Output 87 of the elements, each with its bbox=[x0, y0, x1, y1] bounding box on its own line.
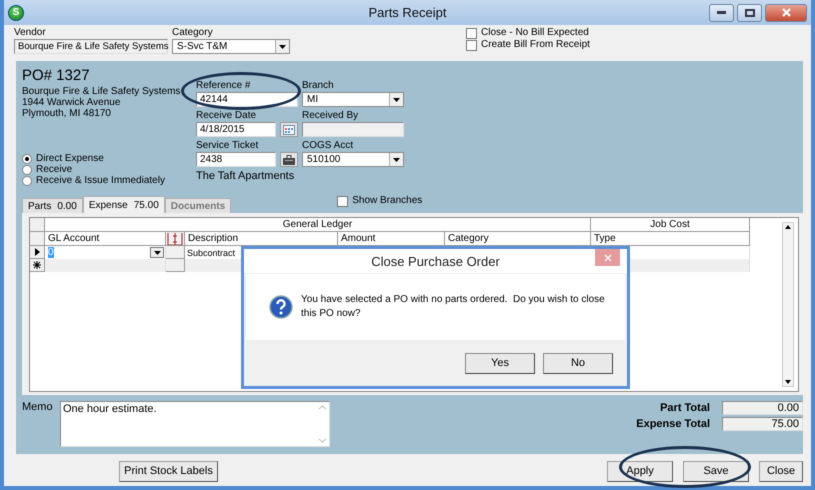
radio-button[interactable] bbox=[22, 154, 32, 164]
checkbox-label: Create Bill From Receipt bbox=[481, 39, 590, 51]
checkbox[interactable] bbox=[466, 28, 477, 38]
radio-button[interactable] bbox=[22, 164, 32, 174]
row-button-cell[interactable] bbox=[166, 246, 185, 259]
close-button[interactable] bbox=[765, 4, 807, 22]
po-number: PO# 1327 bbox=[22, 67, 91, 84]
column-header: Category bbox=[445, 232, 591, 246]
memo-label: Memo bbox=[22, 401, 54, 415]
radio-label: Receive bbox=[36, 164, 72, 176]
dropdown-arrow-icon bbox=[279, 44, 286, 48]
row-button-cell[interactable] bbox=[166, 259, 185, 272]
dialog-button[interactable]: Yes bbox=[465, 352, 535, 374]
scroll-down-icon bbox=[783, 378, 793, 386]
total-label: Expense Total bbox=[636, 417, 710, 431]
total-value: 75.00 bbox=[722, 417, 803, 431]
dropdown-arrow-icon bbox=[393, 98, 400, 102]
app-logo: S bbox=[8, 4, 24, 20]
receive-date-field[interactable]: 4/18/2015 bbox=[196, 122, 276, 137]
question-icon bbox=[269, 295, 293, 319]
column-header: GL Account bbox=[45, 232, 166, 246]
cogs-acct-label: COGS Acct bbox=[302, 140, 354, 152]
grid-corner bbox=[30, 232, 45, 246]
scroll-arrows-icon bbox=[318, 403, 327, 445]
vendor-address-line: Bourque Fire & Life Safety Systems bbox=[22, 86, 182, 97]
total-value: 0.00 bbox=[722, 401, 803, 415]
dropdown-arrow-icon bbox=[154, 250, 160, 254]
maximize-icon bbox=[744, 8, 754, 16]
receive-date-label: Receive Date bbox=[196, 110, 258, 122]
dropdown-arrow-icon bbox=[393, 158, 400, 162]
received-by-field[interactable] bbox=[302, 122, 404, 137]
column-group-header: General Ledger bbox=[45, 218, 591, 232]
split-column-icon bbox=[167, 232, 183, 244]
branch-label: Branch bbox=[302, 80, 335, 92]
close-icon bbox=[604, 254, 612, 262]
reference-field[interactable]: 42144 bbox=[196, 92, 298, 107]
close-icon bbox=[782, 8, 790, 17]
minimize-icon bbox=[717, 11, 726, 14]
category-dropdown[interactable]: S-Svc T&M bbox=[172, 39, 290, 54]
print-labels-button[interactable]: Print Stock Labels bbox=[119, 460, 218, 482]
new-row-icon bbox=[33, 261, 41, 269]
service-ticket-field[interactable]: 2438 bbox=[196, 152, 276, 167]
received-by-label: Received By bbox=[302, 110, 360, 122]
dialog-title: Close Purchase Order bbox=[371, 254, 500, 268]
job-name: The Taft Apartments bbox=[196, 170, 296, 183]
category-label: Category bbox=[172, 27, 214, 39]
grid-corner bbox=[30, 218, 45, 232]
memo-field[interactable]: One hour estimate. bbox=[60, 401, 330, 447]
scrollbar[interactable] bbox=[782, 222, 794, 387]
checkbox-label: Show Branches bbox=[352, 195, 422, 207]
tab[interactable]: Parts 0.00 bbox=[22, 198, 83, 213]
action-button[interactable]: Close bbox=[759, 460, 803, 482]
action-button[interactable]: Apply bbox=[607, 460, 673, 482]
row-header[interactable] bbox=[30, 259, 45, 272]
maximize-button[interactable] bbox=[737, 4, 762, 22]
vendor-label: Vendor bbox=[14, 27, 47, 39]
current-row-icon bbox=[34, 248, 40, 256]
radio-button[interactable] bbox=[22, 176, 32, 186]
dialog-button[interactable]: No bbox=[543, 352, 613, 374]
checkbox[interactable] bbox=[466, 40, 477, 50]
vendor-address-line: 1944 Warwick Avenue bbox=[22, 97, 122, 108]
radio-label: Receive & Issue Immediately bbox=[36, 174, 165, 186]
scroll-up-icon bbox=[783, 223, 793, 231]
calendar-icon bbox=[283, 124, 295, 134]
branch-dropdown[interactable]: MI bbox=[302, 92, 404, 107]
column-header: Type bbox=[591, 232, 750, 246]
column-header: Amount bbox=[338, 232, 445, 246]
total-label: Part Total bbox=[659, 401, 710, 415]
column-group-header: Job Cost bbox=[591, 218, 750, 232]
checkbox[interactable] bbox=[337, 196, 348, 206]
action-button[interactable]: Save bbox=[683, 460, 749, 482]
service-ticket-label: Service Ticket bbox=[196, 140, 260, 152]
dialog-message: You have selected a PO with no parts ordered. Do you wish to close this PO now? bbox=[301, 293, 606, 321]
vendor-field[interactable]: Bourque Fire & Life Safety Systems bbox=[14, 39, 168, 54]
column-header: Description bbox=[185, 232, 338, 246]
row-header[interactable] bbox=[30, 246, 45, 259]
lookup-button[interactable] bbox=[280, 152, 298, 167]
checkbox-label: Close - No Bill Expected bbox=[481, 27, 589, 39]
tab[interactable]: Expense 75.00 bbox=[82, 196, 165, 213]
calendar-button[interactable] bbox=[280, 122, 298, 137]
minimize-button[interactable] bbox=[709, 4, 734, 22]
window-title: Parts Receipt bbox=[368, 5, 447, 20]
vendor-address-line: Plymouth, MI 48170 bbox=[22, 108, 112, 119]
reference-label: Reference # bbox=[196, 80, 252, 92]
cogs-acct-dropdown[interactable]: 510100 bbox=[302, 152, 404, 167]
radio-label: Direct Expense bbox=[36, 152, 104, 164]
briefcase-icon bbox=[283, 154, 295, 164]
